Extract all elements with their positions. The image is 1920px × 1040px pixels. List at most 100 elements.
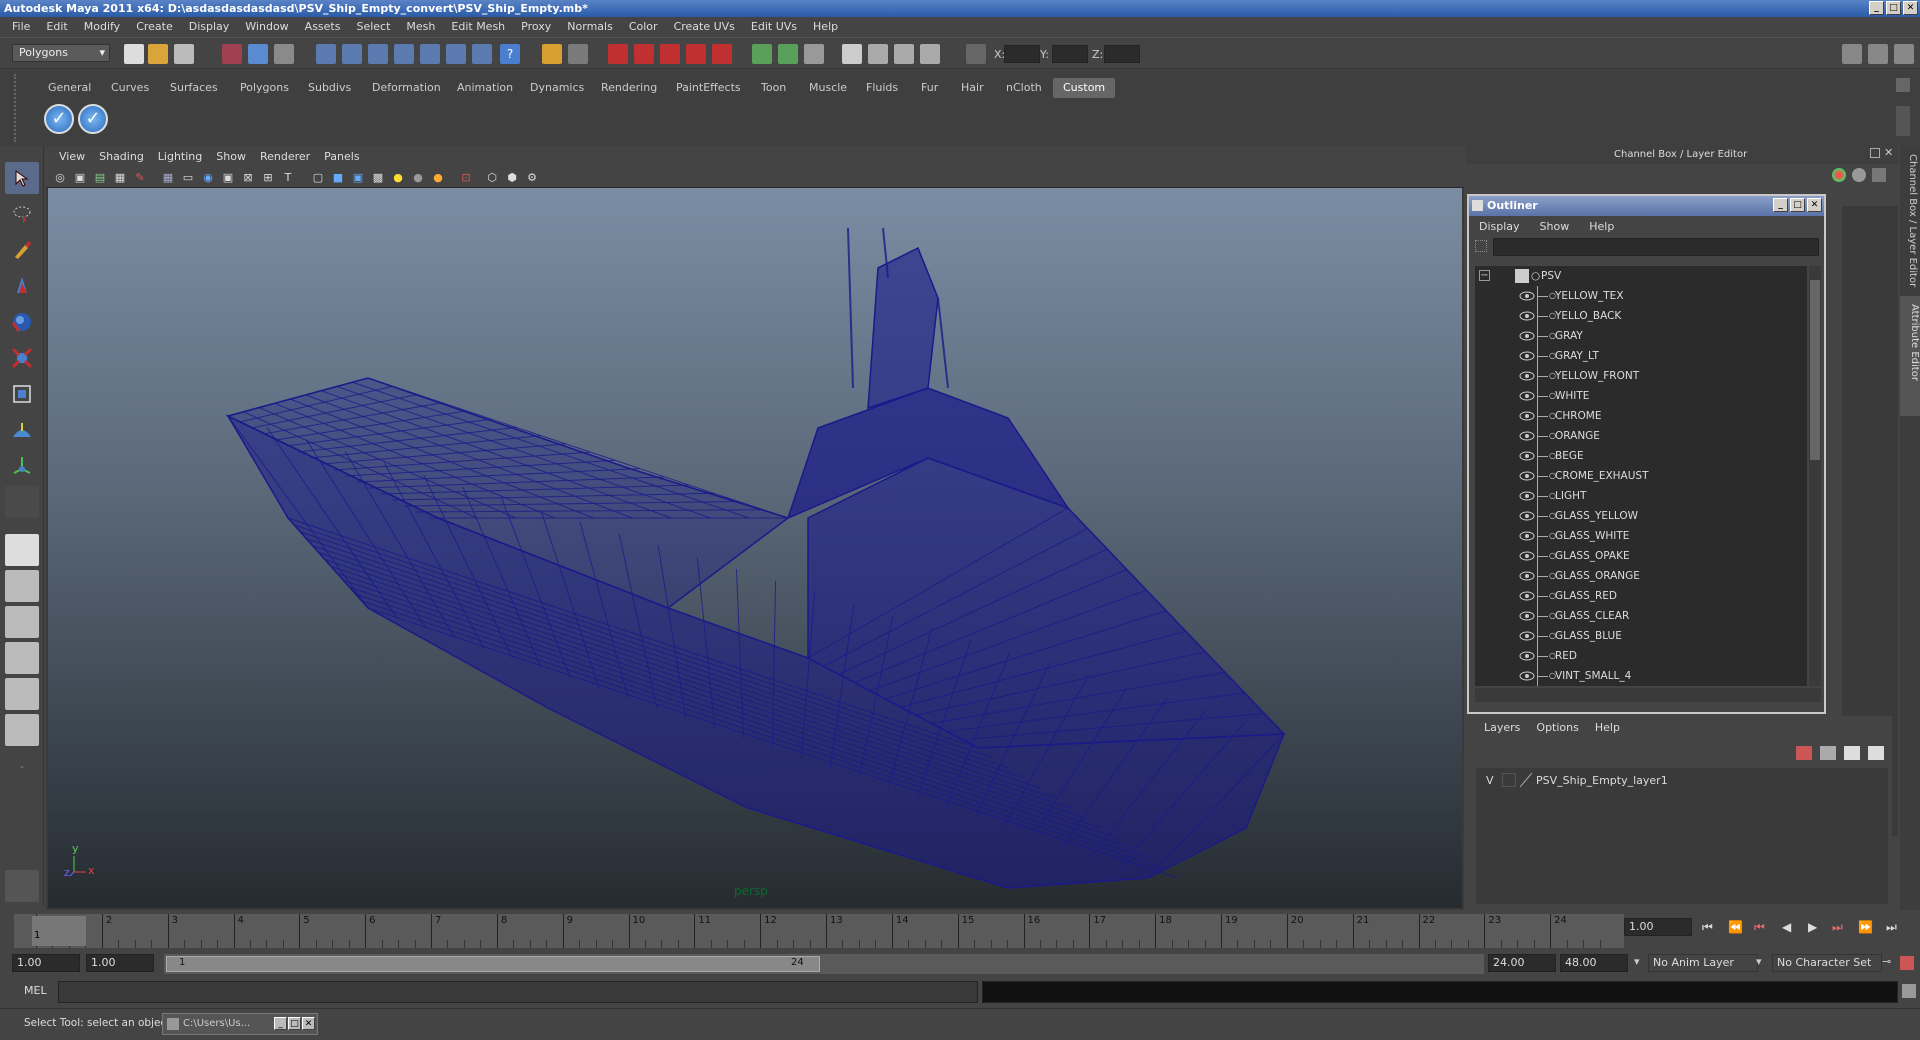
use-all-lights-icon[interactable]: ● bbox=[388, 167, 408, 187]
menu-display[interactable]: Display bbox=[181, 17, 238, 37]
layer-menu-options[interactable]: Options bbox=[1528, 721, 1586, 734]
menu-color[interactable]: Color bbox=[621, 17, 666, 37]
select-component-icon[interactable] bbox=[274, 44, 294, 64]
new-layer-icon[interactable] bbox=[1844, 746, 1860, 760]
render-current-icon[interactable] bbox=[608, 44, 628, 64]
layout-toggle-icon-1[interactable] bbox=[1842, 44, 1862, 64]
show-manipulator-icon[interactable] bbox=[5, 450, 39, 482]
shelf-tab-painteffects[interactable]: PaintEffects bbox=[666, 78, 751, 98]
layer-move-down-icon[interactable] bbox=[1820, 746, 1836, 760]
manipulator-icon[interactable] bbox=[1832, 168, 1846, 182]
select-camera-icon[interactable]: ◎ bbox=[50, 167, 70, 187]
outliner-item-row[interactable]: ○ LIGHT bbox=[1475, 486, 1795, 506]
high-quality-icon[interactable]: ● bbox=[428, 167, 448, 187]
render-view-icon[interactable] bbox=[712, 44, 732, 64]
construction-history-icon[interactable] bbox=[568, 44, 588, 64]
menu-normals[interactable]: Normals bbox=[559, 17, 621, 37]
outliner-menu-display[interactable]: Display bbox=[1469, 220, 1530, 233]
select-object-icon[interactable] bbox=[248, 44, 268, 64]
taskbar-close-button[interactable]: ✕ bbox=[302, 1017, 315, 1030]
layout-toggle-icon-3[interactable] bbox=[1894, 44, 1914, 64]
image-plane-icon[interactable]: ▦ bbox=[110, 167, 130, 187]
shelf-handle[interactable] bbox=[14, 74, 28, 142]
xray-joints-icon[interactable]: ⬢ bbox=[502, 167, 522, 187]
field-chart-icon[interactable]: ⊠ bbox=[238, 167, 258, 187]
snap-point-icon[interactable] bbox=[368, 44, 388, 64]
range-slider-track[interactable]: 1 24 bbox=[164, 954, 1484, 974]
textured-icon[interactable]: ▩ bbox=[368, 167, 388, 187]
select-tool-icon[interactable] bbox=[5, 162, 39, 194]
menu-modify[interactable]: Modify bbox=[76, 17, 128, 37]
menu-file[interactable]: File bbox=[4, 17, 38, 37]
outliner-scroll-thumb[interactable] bbox=[1810, 280, 1820, 460]
outliner-item-row[interactable]: ○ VINT_SMALL_4 bbox=[1475, 666, 1795, 686]
script-editor-icon[interactable] bbox=[1902, 984, 1916, 998]
attribute-editor-toggle-icon[interactable] bbox=[804, 44, 824, 64]
character-set-dropdown[interactable]: No Character Set bbox=[1772, 954, 1882, 972]
shelf-tab-fur[interactable]: Fur bbox=[911, 78, 948, 98]
shelf-tab-subdivs[interactable]: Subdivs bbox=[298, 78, 361, 98]
outliner-item-row[interactable]: ○ RED bbox=[1475, 646, 1795, 666]
outliner-item-row[interactable]: ○ GLASS_RED bbox=[1475, 586, 1795, 606]
shelf-scroll-icon[interactable] bbox=[1896, 106, 1910, 136]
rotate-tool-icon[interactable] bbox=[5, 306, 39, 338]
show-ui-icon-1[interactable] bbox=[842, 44, 862, 64]
layout-graph-persp-icon[interactable] bbox=[5, 642, 39, 674]
hypershade-icon[interactable] bbox=[686, 44, 706, 64]
speed-icon[interactable] bbox=[1852, 168, 1866, 182]
menu-create[interactable]: Create bbox=[128, 17, 181, 37]
menu-edit-uvs[interactable]: Edit UVs bbox=[743, 17, 805, 37]
film-gate-icon[interactable]: ▭ bbox=[178, 167, 198, 187]
smooth-shade-icon[interactable]: ■ bbox=[328, 167, 348, 187]
viewport-scene[interactable]: y x z persp bbox=[48, 188, 1462, 908]
filter-icon[interactable] bbox=[1475, 240, 1487, 252]
input-line-icon[interactable] bbox=[752, 44, 772, 64]
shelf-tab-custom[interactable]: Custom bbox=[1053, 78, 1116, 98]
snap-plane-icon[interactable] bbox=[394, 44, 414, 64]
shelf-tab-polygons[interactable]: Polygons bbox=[230, 78, 299, 98]
shelf-options-icon[interactable] bbox=[1896, 78, 1910, 92]
current-time-field[interactable]: 1.00 bbox=[1624, 918, 1692, 936]
shelf-tab-animation[interactable]: Animation bbox=[447, 78, 523, 98]
maximize-button[interactable]: □ bbox=[1886, 1, 1901, 15]
wireframe-on-shaded-icon[interactable]: ▣ bbox=[348, 167, 368, 187]
step-forward-frame-icon[interactable]: ⏩ bbox=[1858, 920, 1873, 934]
wireframe-icon[interactable]: ▢ bbox=[308, 167, 328, 187]
grid-icon[interactable]: ▦ bbox=[158, 167, 178, 187]
isolate-select-icon[interactable]: ⊡ bbox=[456, 167, 476, 187]
shadows-icon[interactable]: ● bbox=[408, 167, 428, 187]
outliner-filter-input[interactable] bbox=[1493, 238, 1819, 256]
close-button[interactable]: ✕ bbox=[1903, 1, 1918, 15]
shelf-tab-ncloth[interactable]: nCloth bbox=[996, 78, 1052, 98]
menu-help[interactable]: Help bbox=[805, 17, 846, 37]
xray-icon[interactable]: ⬡ bbox=[482, 167, 502, 187]
play-backward-icon[interactable]: ◀ bbox=[1782, 920, 1791, 934]
channel-box-float-icon[interactable] bbox=[1870, 148, 1880, 158]
outliner-menu-help[interactable]: Help bbox=[1579, 220, 1624, 233]
move-tool-icon[interactable] bbox=[5, 270, 39, 302]
step-forward-key-icon[interactable]: ⏭ bbox=[1832, 920, 1843, 935]
custom-shelf-checkmark-icon-2[interactable]: ✓ bbox=[78, 104, 108, 134]
snap-grid-icon[interactable] bbox=[316, 44, 336, 64]
open-scene-icon[interactable] bbox=[148, 44, 168, 64]
time-slider[interactable]: 123456789101112131415161718192021222324 … bbox=[0, 912, 1920, 950]
menu-assets[interactable]: Assets bbox=[297, 17, 349, 37]
viewport-menu-panels[interactable]: Panels bbox=[317, 150, 366, 163]
outliner-item-row[interactable]: ○ YELLOW_TEX bbox=[1475, 286, 1795, 306]
layout-single-pane-icon[interactable] bbox=[5, 534, 39, 566]
z-field[interactable] bbox=[1104, 45, 1140, 63]
outliner-close-button[interactable]: ✕ bbox=[1807, 198, 1822, 212]
range-slider-bar[interactable]: 1 24 bbox=[166, 956, 820, 972]
bookmarks-icon[interactable]: ▤ bbox=[90, 167, 110, 187]
menu-edit-mesh[interactable]: Edit Mesh bbox=[443, 17, 513, 37]
layer-visibility-toggle[interactable]: V bbox=[1486, 774, 1494, 787]
taskbar-maximize-button[interactable]: □ bbox=[288, 1017, 301, 1030]
ship-wireframe-model[interactable] bbox=[48, 188, 1462, 908]
new-scene-icon[interactable] bbox=[124, 44, 144, 64]
preferences-icon[interactable] bbox=[1900, 956, 1914, 970]
viewport-menu-lighting[interactable]: Lighting bbox=[151, 150, 209, 163]
universal-manipulator-icon[interactable] bbox=[5, 378, 39, 410]
new-layer-selected-icon[interactable] bbox=[1868, 746, 1884, 760]
snap-surface-icon[interactable] bbox=[420, 44, 440, 64]
outliner-minimize-button[interactable]: _ bbox=[1773, 198, 1788, 212]
